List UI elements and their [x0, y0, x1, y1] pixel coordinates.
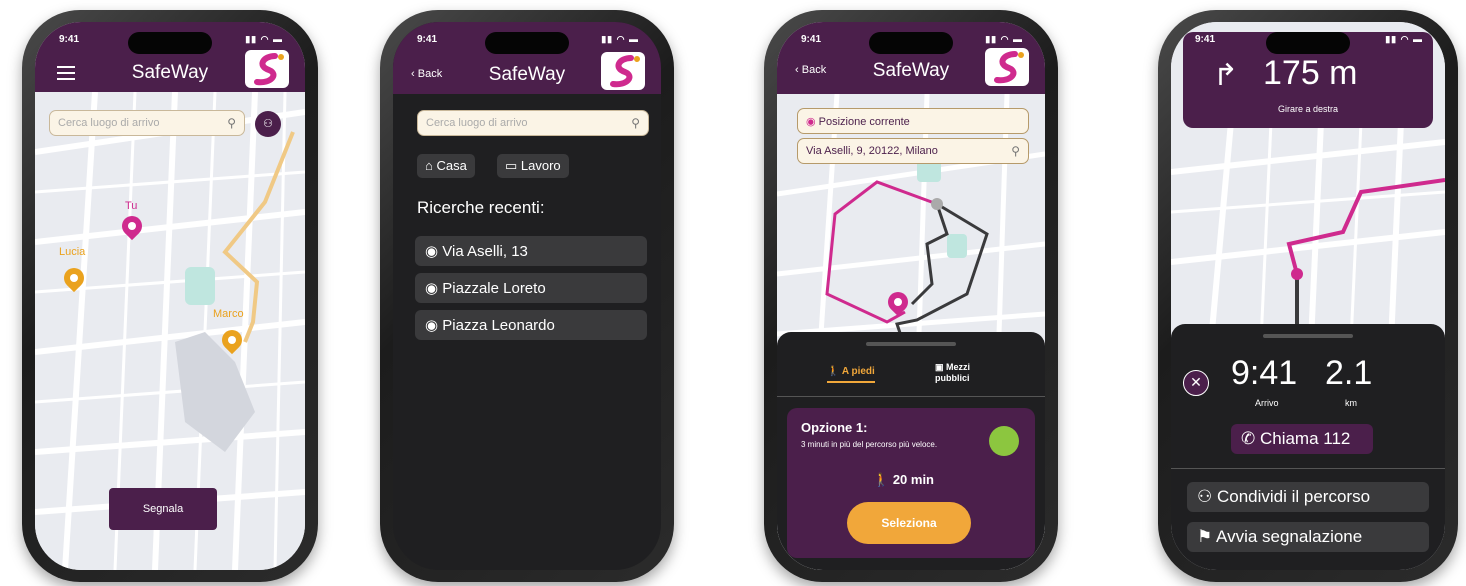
destination-value: Via Aselli, 9, 20122, Milano — [806, 145, 938, 157]
phone-icon: ✆ — [1241, 429, 1260, 448]
divider — [777, 396, 1045, 397]
app-mockups: 9:41 ▮▮ ◠ ▬ SafeWay Cerca luogo di arriv… — [0, 0, 1466, 586]
search-icon: ⚲ — [227, 116, 236, 130]
shortcut-home-chip[interactable]: ⌂ Casa — [417, 154, 475, 178]
location-pin-icon: ◉ — [425, 243, 443, 260]
phone-map-screen: 9:41 ▮▮ ◠ ▬ SafeWay Cerca luogo di arriv… — [22, 10, 318, 582]
screen-route: 9:41 ▮▮ ◠ ▬ ‹ Back SafeWay ◉ Posizione c… — [777, 22, 1045, 570]
phone-route-screen: 9:41 ▮▮ ◠ ▬ ‹ Back SafeWay ◉ Posizione c… — [764, 10, 1058, 582]
search-icon: ⚲ — [631, 116, 640, 130]
route-option-card[interactable]: Opzione 1: 3 minuti in più del percorso … — [787, 408, 1035, 558]
signal-wifi-battery-icon: ▮▮ ◠ ▬ — [1385, 34, 1423, 44]
chip-label: Casa — [436, 158, 467, 173]
map-view[interactable]: Cerca luogo di arrivo ⚲ ⚇ Tu Lucia Marco… — [35, 92, 305, 570]
screen-map: 9:41 ▮▮ ◠ ▬ SafeWay Cerca luogo di arriv… — [35, 22, 305, 570]
recent-searches-title: Ricerche recenti: — [417, 198, 545, 217]
signal-wifi-battery-icon: ▮▮ ◠ ▬ — [985, 34, 1023, 44]
shortcut-work-chip[interactable]: ▭ Lavoro — [497, 154, 569, 178]
dynamic-island — [1266, 32, 1350, 54]
dynamic-island — [869, 32, 953, 54]
recent-label: Via Aselli, 13 — [442, 243, 528, 260]
option-duration: 🚶 20 min — [873, 472, 934, 488]
pin-label-lucia: Lucia — [59, 246, 86, 258]
duration-value: 20 min — [892, 472, 934, 487]
arrival-time: 9:41 — [1231, 354, 1298, 392]
walk-icon: 🚶 — [873, 472, 893, 487]
select-button[interactable]: Seleziona — [847, 502, 971, 544]
search-input[interactable]: Cerca luogo di arrivo ⚲ — [49, 110, 245, 136]
tab-walk-label: A piedi — [841, 366, 875, 377]
navigation-sheet: ✕ 9:41 Arrivo 2.1 km ✆ Chiama 112 ⚇ Cond… — [1171, 324, 1445, 570]
sheet-handle[interactable] — [1263, 334, 1353, 338]
start-report-button[interactable]: ⚑ Avvia segnalazione — [1187, 522, 1429, 552]
screen-navigation: 9:41 ▮▮ ◠ ▬ ↱ 175 m Girare a destra ✕ 9:… — [1171, 22, 1445, 570]
route-options-sheet: 🚶 A piedi ▣ Mezzi pubblici Opzione 1: 3 … — [777, 332, 1045, 570]
recent-label: Piazzale Loreto — [442, 280, 546, 297]
status-time: 9:41 — [801, 34, 822, 45]
location-pin-icon: ◉ — [425, 317, 443, 334]
share-route-button[interactable]: ⚇ Condividi il percorso — [1187, 482, 1429, 512]
signal-wifi-battery-icon: ▮▮ ◠ ▬ — [245, 34, 283, 44]
phone-search-screen: 9:41 ▮▮ ◠ ▬ ‹ Back SafeWay Cerca luogo d… — [380, 10, 674, 582]
destination-field[interactable]: Via Aselli, 9, 20122, Milano ⚲ — [797, 138, 1029, 164]
bus-icon: ▣ — [935, 362, 947, 372]
recent-label: Piazza Leonardo — [442, 317, 555, 334]
location-pin-icon: ◉ — [806, 116, 819, 128]
search-icon: ⚲ — [1011, 144, 1020, 158]
book-icon: ▭ — [505, 158, 521, 173]
safeway-logo — [985, 48, 1029, 86]
report-label: Avvia segnalazione — [1216, 527, 1363, 546]
safeway-logo — [601, 52, 645, 90]
pin-label-marco: Marco — [213, 308, 244, 320]
safety-indicator — [989, 426, 1019, 456]
turn-instruction: Girare a destra — [1277, 104, 1339, 114]
arrival-label: Arrivo — [1255, 398, 1279, 408]
option-title: Opzione 1: — [801, 420, 868, 435]
search-placeholder: Cerca luogo di arrivo — [426, 117, 528, 129]
divider — [1171, 468, 1445, 469]
call-label: Chiama 112 — [1259, 429, 1351, 448]
signal-wifi-battery-icon: ▮▮ ◠ ▬ — [601, 34, 639, 44]
turn-distance: 175 m — [1263, 54, 1358, 92]
turn-right-arrow-icon: ↱ — [1213, 59, 1239, 92]
close-navigation-icon[interactable]: ✕ — [1183, 370, 1209, 396]
status-time: 9:41 — [59, 34, 80, 45]
home-icon: ⌂ — [425, 158, 437, 173]
recent-search-item[interactable]: ◉ Via Aselli, 13 — [415, 236, 647, 266]
tab-walk[interactable]: 🚶 A piedi — [827, 366, 875, 383]
share-location-icon[interactable]: ⚇ — [255, 111, 281, 137]
sheet-handle[interactable] — [866, 342, 956, 346]
origin-value: Posizione corrente — [818, 116, 910, 128]
recent-search-item[interactable]: ◉ Piazza Leonardo — [415, 310, 647, 340]
location-pin-icon: ◉ — [425, 280, 443, 297]
search-input[interactable]: Cerca luogo di arrivo ⚲ — [417, 110, 649, 136]
distance-value: 2.1 — [1325, 354, 1373, 392]
share-label: Condividi il percorso — [1216, 487, 1371, 506]
tab-transit[interactable]: ▣ Mezzi pubblici — [935, 362, 1005, 383]
recent-search-item[interactable]: ◉ Piazzale Loreto — [415, 273, 647, 303]
screen-search: 9:41 ▮▮ ◠ ▬ ‹ Back SafeWay Cerca luogo d… — [393, 22, 661, 570]
walk-icon: 🚶 — [827, 366, 842, 377]
option-description: 3 minuti in più del percorso più veloce. — [801, 440, 938, 449]
chip-label: Lavoro — [520, 158, 561, 173]
safeway-logo — [245, 50, 289, 88]
phone-navigation-screen: 9:41 ▮▮ ◠ ▬ ↱ 175 m Girare a destra ✕ 9:… — [1158, 10, 1458, 582]
status-time: 9:41 — [1195, 34, 1216, 45]
status-time: 9:41 — [417, 34, 438, 45]
origin-field[interactable]: ◉ Posizione corrente — [797, 108, 1029, 134]
pin-label-tu: Tu — [125, 200, 138, 212]
report-button[interactable]: Segnala — [109, 488, 217, 530]
dynamic-island — [128, 32, 212, 54]
flag-icon: ⚑ — [1197, 527, 1217, 546]
share-person-icon: ⚇ — [1197, 487, 1217, 506]
dynamic-island — [485, 32, 569, 54]
call-112-button[interactable]: ✆ Chiama 112 — [1231, 424, 1373, 454]
distance-unit: km — [1345, 398, 1357, 408]
search-placeholder: Cerca luogo di arrivo — [58, 117, 160, 129]
